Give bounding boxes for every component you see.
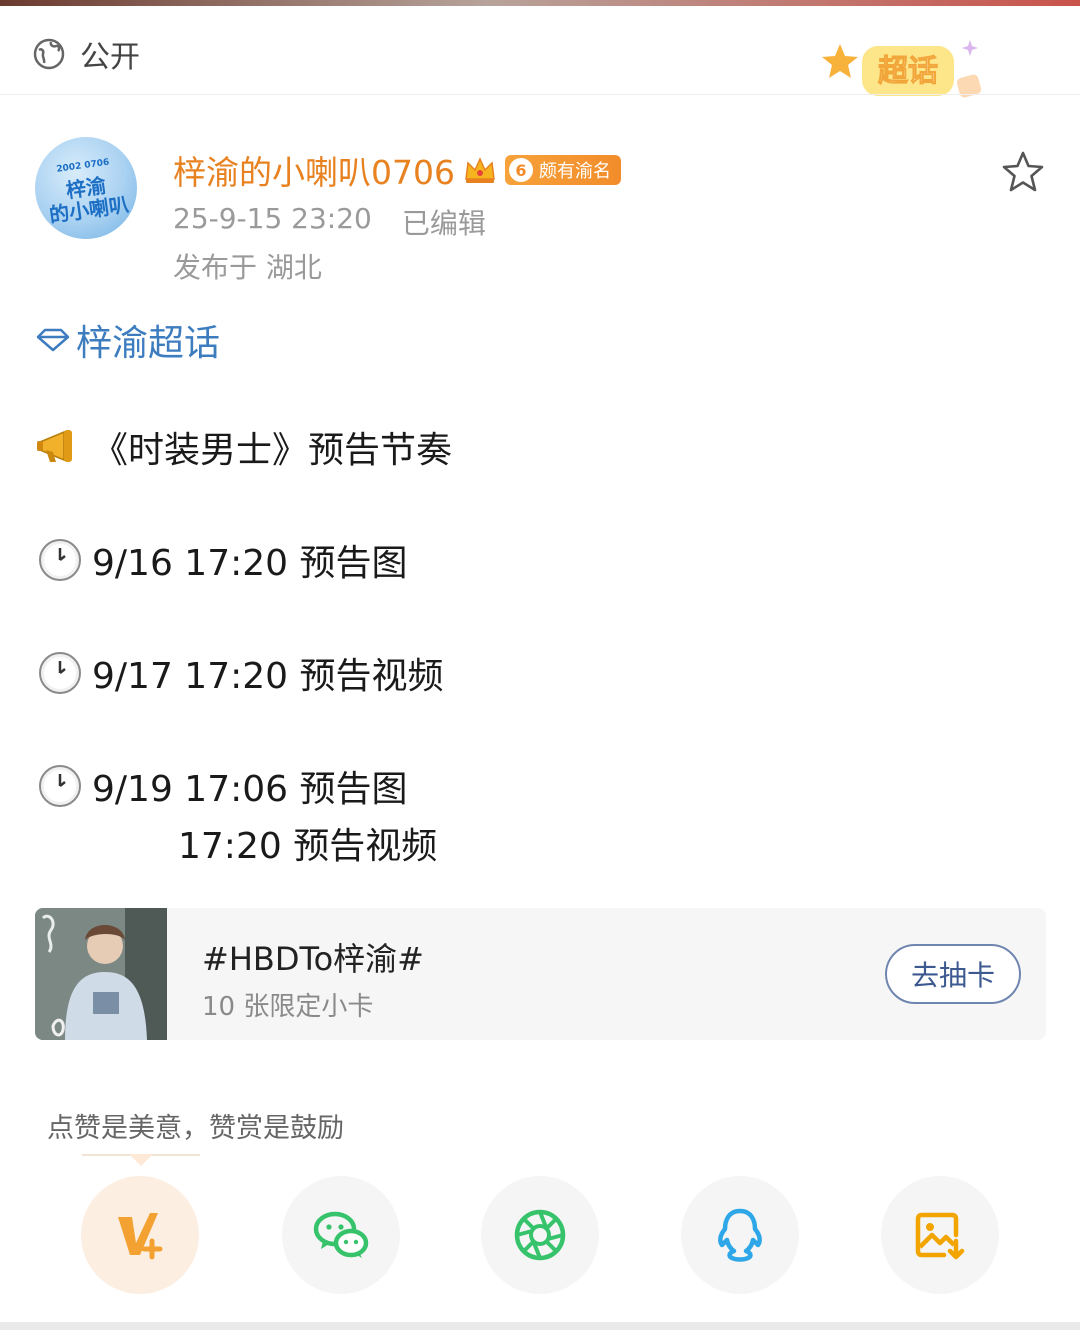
supertopic-badge-label: 超话 <box>878 54 938 89</box>
clock-icon <box>39 539 81 581</box>
share-row <box>0 1176 1080 1296</box>
header-divider <box>0 94 1080 95</box>
bottom-bar <box>0 1322 1080 1330</box>
moments-icon <box>514 1209 566 1261</box>
post-line-3: 9/17 17:20 预告视频 <box>36 647 443 699</box>
qq-share-button[interactable] <box>681 1176 799 1294</box>
diamond-icon <box>36 328 70 352</box>
globe-icon <box>33 38 65 70</box>
draw-card-button[interactable]: 去抽卡 <box>885 944 1021 1004</box>
promo-title: #HBDTo梓渝# <box>202 940 424 978</box>
save-image-icon <box>915 1212 965 1260</box>
post-line-5: 17:20 预告视频 <box>178 817 437 869</box>
visibility-row: 公开 <box>32 34 140 75</box>
post-location: 发布于 湖北 <box>173 251 322 284</box>
visibility-label: 公开 <box>80 40 140 75</box>
fan-level-number: 6 <box>508 158 533 182</box>
favorite-star-icon[interactable] <box>1000 150 1046 194</box>
supertopic-badge-icon[interactable]: 超话 <box>822 34 992 114</box>
promo-subtitle: 10 张限定小卡 <box>202 992 374 1022</box>
qq-icon <box>718 1208 762 1262</box>
fan-level-badge[interactable]: 6 颇有渝名 <box>504 155 621 185</box>
wechat-icon <box>313 1211 369 1258</box>
post-line-text: 9/16 17:20 预告图 <box>92 543 408 584</box>
edited-label[interactable]: 已编辑 <box>402 202 486 242</box>
weibo-vplus-icon <box>118 1213 163 1260</box>
post-line-text: 《时装男士》预告节奏 <box>92 430 453 471</box>
avatar[interactable]: 2002 0706 梓渝 的小喇叭 <box>35 137 137 239</box>
hint-caret <box>129 1154 153 1166</box>
author-row: 梓渝的小喇叭0706 6 颇有渝名 <box>173 146 621 194</box>
post-card: 公开 超话 2002 0706 梓渝 的小喇叭 梓渝的小喇叭0706 6 颇有渝… <box>0 6 1080 1330</box>
card-draw-promo[interactable]: #HBDTo梓渝# 10 张限定小卡 去抽卡 <box>35 908 1046 1040</box>
fan-level-label: 颇有渝名 <box>538 161 611 182</box>
weibo-vplus-button[interactable] <box>81 1176 199 1294</box>
post-line-text: 9/19 17:06 预告图 <box>92 769 408 810</box>
post-meta: 25-9-15 23:20 已编辑 <box>173 202 486 242</box>
person-photo-icon <box>35 908 167 1040</box>
supertopic-link[interactable]: 梓渝超话 <box>36 314 220 366</box>
clock-icon <box>39 652 81 694</box>
megaphone-icon <box>37 430 72 462</box>
post-line-4: 9/19 17:06 预告图 <box>36 760 407 812</box>
author-name[interactable]: 梓渝的小喇叭0706 <box>173 146 455 194</box>
praise-hint: 点赞是美意，赞赏是鼓励 <box>47 1113 344 1144</box>
post-timestamp: 25-9-15 23:20 <box>173 202 372 235</box>
avatar-text-line2: 的小喇叭 <box>47 192 131 228</box>
crown-icon[interactable] <box>463 155 497 185</box>
supertopic-label: 梓渝超话 <box>76 323 221 364</box>
post-line-2: 9/16 17:20 预告图 <box>36 534 407 586</box>
promo-thumbnail <box>35 908 167 1040</box>
post-line-text: 17:20 预告视频 <box>178 826 438 867</box>
post-line-1: 《时装男士》预告节奏 <box>36 421 452 473</box>
clock-icon <box>39 765 81 807</box>
wechat-share-button[interactable] <box>282 1176 400 1294</box>
post-line-text: 9/17 17:20 预告视频 <box>92 656 444 697</box>
save-image-button[interactable] <box>881 1176 999 1294</box>
moments-share-button[interactable] <box>481 1176 599 1294</box>
